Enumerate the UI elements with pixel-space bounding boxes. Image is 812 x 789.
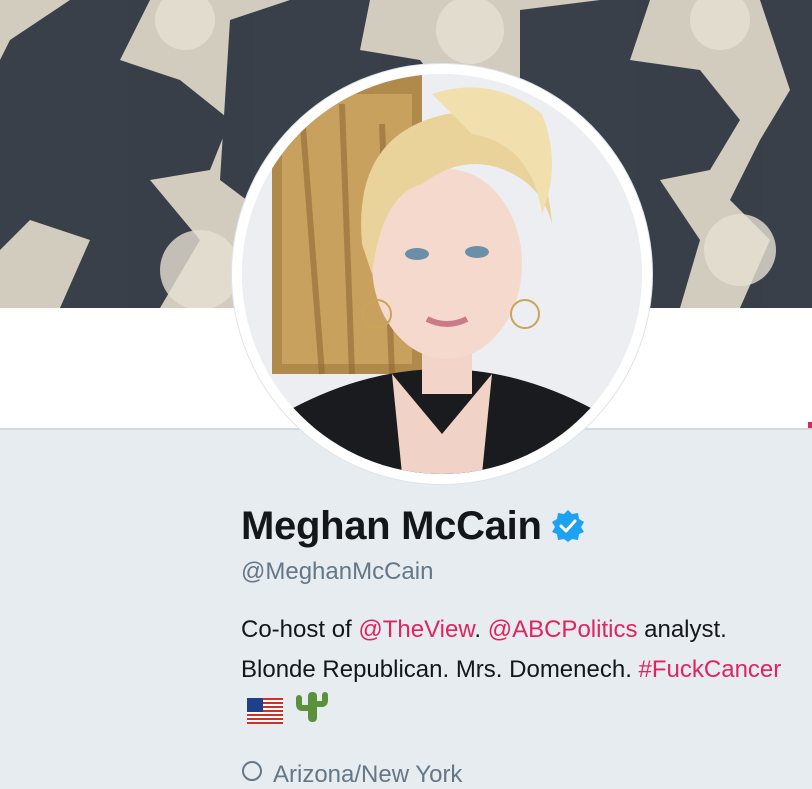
cactus-emoji [295, 690, 328, 737]
profile-handle[interactable]: @MeghanMcCain [241, 558, 801, 586]
bio-hashtag[interactable]: #FuckCancer [639, 656, 782, 683]
profile-bio: Co-host of @TheView. @ABCPolitics analys… [241, 610, 801, 737]
bio-link-abcpolitics[interactable]: @ABCPolitics [488, 616, 638, 643]
bio-text: . [474, 616, 488, 643]
us-flag-emoji [247, 697, 283, 737]
bio-link-theview[interactable]: @TheView [358, 616, 474, 643]
avatar[interactable] [242, 74, 642, 474]
profile-card: Meghan McCain @MeghanMcCain Co-host of @… [241, 500, 801, 737]
nav-accent-mark [808, 422, 812, 428]
location-pin-icon [241, 760, 263, 789]
profile-name[interactable]: Meghan McCain [241, 504, 542, 549]
bio-text: Co-host of [241, 616, 359, 643]
avatar-photo [242, 74, 642, 474]
name-row: Meghan McCain [241, 500, 801, 552]
verified-badge-icon [550, 508, 586, 544]
profile-location: Arizona/New York [241, 760, 462, 789]
location-text: Arizona/New York [273, 760, 463, 788]
